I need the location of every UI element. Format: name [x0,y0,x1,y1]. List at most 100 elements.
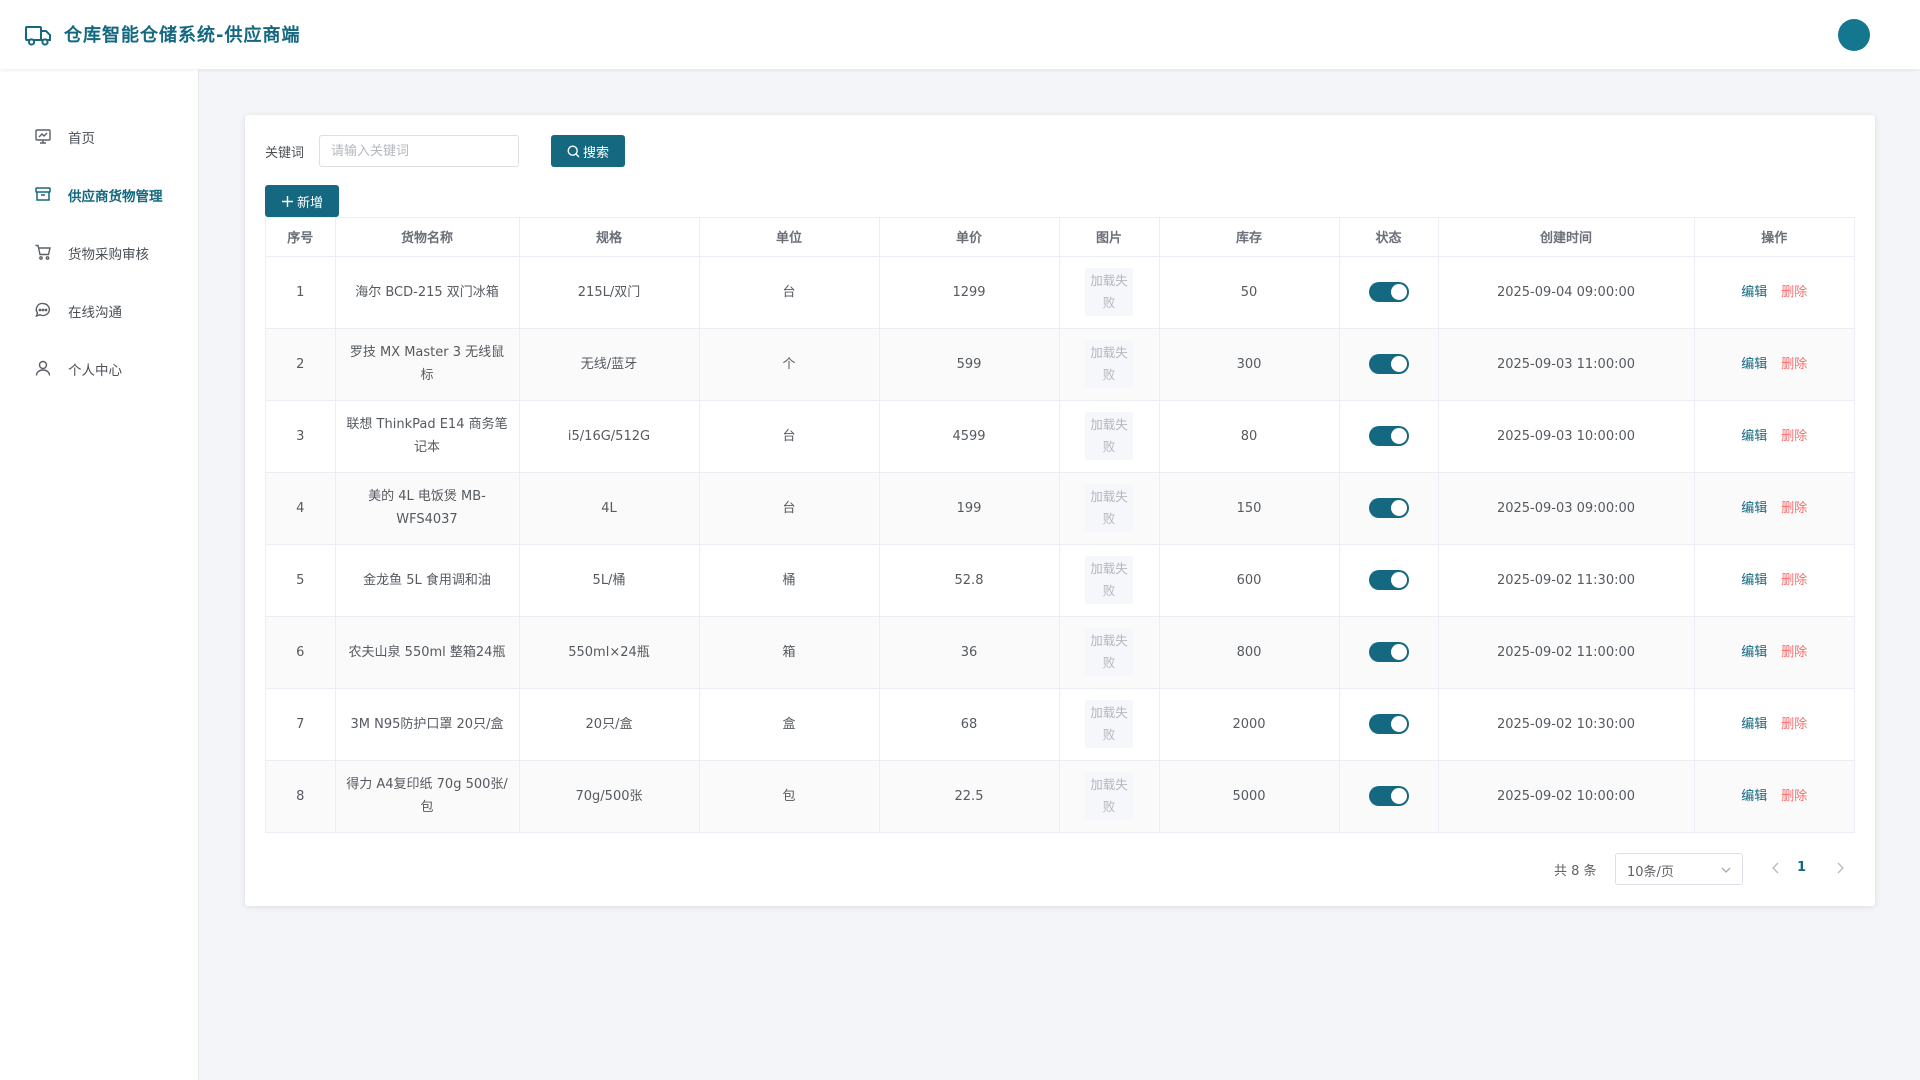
edit-button[interactable]: 编辑 [1741,573,1767,588]
cell-price: 22.5 [879,760,1060,832]
status-toggle[interactable] [1368,714,1409,734]
cell-name: 罗技 MX Master 3 无线鼠标 [335,328,520,401]
search-icon [567,144,580,157]
cell-status [1339,400,1439,473]
edit-button[interactable]: 编辑 [1741,717,1767,732]
chevron-right-icon[interactable] [1833,860,1847,876]
edit-button[interactable]: 编辑 [1741,789,1767,804]
keyword-label: 关键词 [265,146,305,161]
column-header: 状态 [1339,218,1439,257]
column-header: 创建时间 [1438,218,1695,257]
cell-image: 加载失败 [1059,472,1160,545]
dashboard-icon [35,129,51,144]
search-input[interactable] [319,135,519,167]
sidebar-item-home[interactable]: 首页 [0,116,199,156]
cell-image: 加载失败 [1059,760,1160,832]
cell-created: 2025-09-02 11:00:00 [1438,616,1695,689]
toggle-knob [1390,500,1407,516]
cell-spec: i5/16G/512G [519,400,700,473]
cell-index: 7 [266,688,336,761]
cell-created: 2025-09-04 09:00:00 [1438,256,1695,329]
cell-status [1339,256,1439,329]
edit-button[interactable]: 编辑 [1741,285,1767,300]
cell-stock: 300 [1159,328,1340,401]
pagination-total: 共 8 条 [1554,864,1597,879]
toggle-knob [1390,284,1407,300]
delete-button[interactable]: 删除 [1781,717,1807,732]
cell-created: 2025-09-03 09:00:00 [1438,472,1695,545]
cell-stock: 80 [1159,400,1340,473]
status-toggle[interactable] [1368,498,1409,518]
page-size-select[interactable]: 10条/页 [1615,853,1743,885]
cell-index: 8 [266,760,336,832]
image-load-failed: 加载失败 [1085,340,1133,388]
status-toggle[interactable] [1368,570,1409,590]
cart-icon [35,244,51,260]
cell-stock: 5000 [1159,760,1340,832]
edit-button[interactable]: 编辑 [1741,645,1767,660]
chevron-left-icon[interactable] [1769,860,1783,876]
cell-image: 加载失败 [1059,616,1160,689]
cell-actions: 编辑 删除 [1694,616,1854,689]
cell-created: 2025-09-02 11:30:00 [1438,544,1695,617]
table-header-row: 序号 货物名称 规格 单位 单价 图片 库存 状态 创建时间 操作 [266,218,1854,257]
cell-price: 68 [879,688,1060,761]
sidebar-item-purchase-review[interactable]: 货物采购审核 [0,232,199,272]
edit-button[interactable]: 编辑 [1741,357,1767,372]
column-header: 图片 [1059,218,1160,257]
cell-name: 得力 A4复印纸 70g 500张/包 [335,760,520,832]
cell-price: 4599 [879,400,1060,473]
toggle-knob [1390,356,1407,372]
add-button[interactable]: 新增 [265,185,339,217]
table-row: 2 罗技 MX Master 3 无线鼠标 无线/蓝牙个 599 加载失败 300 2025… [266,328,1854,401]
plus-icon [281,195,293,207]
cell-image: 加载失败 [1059,328,1160,401]
cell-price: 1299 [879,256,1060,329]
sidebar-item-label: 货物采购审核 [68,247,149,263]
avatar[interactable] [1838,19,1870,51]
delete-button[interactable]: 删除 [1781,357,1807,372]
chat-icon [35,302,51,318]
delete-button[interactable]: 删除 [1781,429,1807,444]
delete-button[interactable]: 删除 [1781,285,1807,300]
cell-index: 2 [266,328,336,401]
cell-created: 2025-09-03 11:00:00 [1438,328,1695,401]
cell-created: 2025-09-02 10:00:00 [1438,760,1695,832]
status-toggle[interactable] [1368,642,1409,662]
top-header: 仓库智能仓储系统-供应商端 [0,0,1920,69]
toggle-knob [1390,788,1407,805]
sidebar-item-online-chat[interactable]: 在线沟通 [0,290,199,330]
toggle-knob [1390,716,1407,732]
edit-button[interactable]: 编辑 [1741,501,1767,516]
cell-unit: 台 [699,472,880,545]
goods-card: 关键词 搜索 新增 序号 货物名称 规格 单位 [245,115,1875,906]
cell-index: 4 [266,472,336,545]
cell-status [1339,328,1439,401]
cell-price: 199 [879,472,1060,545]
sidebar-item-goods-management[interactable]: 供应商货物管理 [0,174,199,214]
status-toggle[interactable] [1368,282,1409,302]
status-toggle[interactable] [1368,786,1409,807]
status-toggle[interactable] [1368,354,1409,374]
column-header: 规格 [519,218,700,257]
page-size-value: 10条/页 [1627,865,1674,880]
cell-stock: 600 [1159,544,1340,617]
cell-actions: 编辑 删除 [1694,688,1854,761]
search-button[interactable]: 搜索 [551,135,625,167]
cell-actions: 编辑 删除 [1694,400,1854,473]
status-toggle[interactable] [1368,426,1409,446]
delete-button[interactable]: 删除 [1781,573,1807,588]
edit-button[interactable]: 编辑 [1741,429,1767,444]
cell-spec: 70g/500张 [519,760,700,832]
sidebar-item-profile[interactable]: 个人中心 [0,348,199,388]
cell-index: 6 [266,616,336,689]
page-number[interactable]: 1 [1797,860,1806,875]
delete-button[interactable]: 删除 [1781,645,1807,660]
cell-unit: 盒 [699,688,880,761]
delete-button[interactable]: 删除 [1781,501,1807,516]
cell-actions: 编辑 删除 [1694,472,1854,545]
sidebar-item-label: 首页 [68,131,95,147]
table-row: 3 联想 ThinkPad E14 商务笔记本 i5/16G/512G 台 4599 加载… [266,400,1854,473]
user-icon [35,360,51,376]
delete-button[interactable]: 删除 [1781,789,1807,804]
